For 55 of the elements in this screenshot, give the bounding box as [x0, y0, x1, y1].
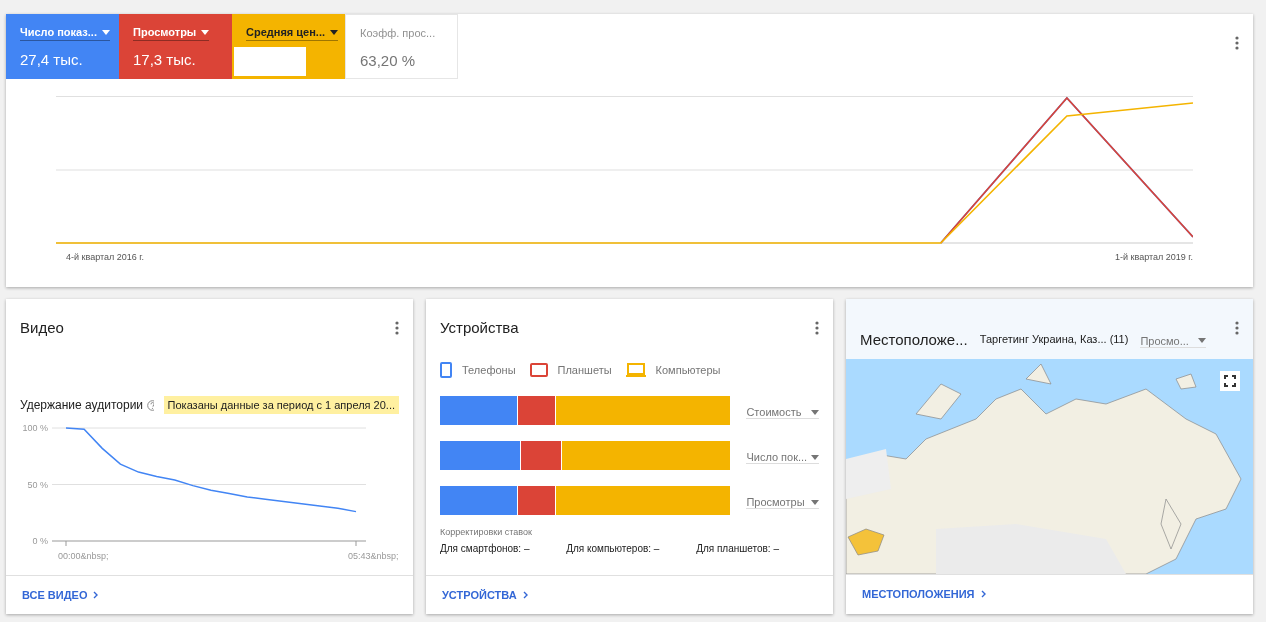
tick-label: 100 %: [22, 423, 48, 433]
targeting-summary: Таргетинг Украина, Каз... (11): [979, 333, 1129, 345]
more-icon[interactable]: [1235, 36, 1239, 50]
chevron-icon: [522, 591, 528, 599]
metric-value: 63,20 %: [360, 52, 417, 69]
locations-link[interactable]: МЕСТОПОЛОЖЕНИЯ: [862, 588, 986, 600]
caret-icon: [811, 409, 819, 415]
notice-banner: Показаны данные за период с 1 апреля 20...: [163, 396, 399, 414]
metric-tile[interactable]: Число показ... 27,4 тыс.: [6, 14, 119, 79]
more-icon[interactable]: [815, 321, 819, 335]
card-title: Местоположе...: [860, 330, 968, 348]
tick-label: 00:00&nbsp;: [58, 551, 109, 561]
metric-dropdown[interactable]: Стоимость: [746, 402, 819, 419]
metric-dropdown[interactable]: Просмо...: [1140, 330, 1207, 348]
tick-label: 05:43&nbsp;: [348, 551, 399, 561]
axis-label: 4-й квартал 2016 г.: [66, 252, 144, 262]
legend-label: Телефоны: [462, 364, 516, 376]
metric-selector[interactable]: Средняя цен...: [246, 26, 338, 41]
card-title: Устройства: [440, 319, 519, 336]
tick-label: 50 %: [27, 479, 48, 490]
legend-label: Компьютеры: [655, 364, 721, 376]
metric-value: 27,4 тыс.: [20, 51, 84, 68]
chevron-icon: [93, 591, 99, 599]
value-mask: [234, 47, 306, 76]
section-title: Корректировки ставок: [440, 527, 533, 537]
caret-icon: [811, 454, 819, 460]
section-title: Удержание аудитории: [20, 398, 144, 412]
more-icon[interactable]: [395, 321, 399, 335]
caret-icon: [1198, 338, 1207, 343]
legend-label: Планшеты: [557, 364, 612, 376]
metric-value: 17,3 тыс.: [133, 51, 197, 68]
chevron-icon: [980, 590, 986, 598]
tick-label: 0 %: [32, 536, 48, 546]
metric-dropdown[interactable]: Просмотры: [746, 492, 819, 509]
metric-tile[interactable]: Коэфф. прос... 63,20 %: [345, 14, 458, 79]
all-videos-link[interactable]: ВСЕ ВИДЕО: [22, 589, 99, 601]
metric-selector[interactable]: Коэфф. прос...: [360, 27, 436, 42]
caret-icon: [330, 29, 338, 35]
caret-icon: [102, 29, 110, 35]
bid-adjustment: Для планшетов: –: [696, 543, 779, 554]
devices-link[interactable]: УСТРОЙСТВА: [442, 589, 528, 601]
caret-icon: [811, 499, 819, 505]
help-icon[interactable]: [147, 399, 154, 411]
axis-label: 1-й квартал 2019 г.: [1115, 252, 1193, 262]
metric-tile[interactable]: Средняя цен...: [232, 14, 345, 79]
metric-selector[interactable]: Число показ...: [20, 26, 110, 41]
bid-adjustment: Для смартфонов: –: [440, 543, 530, 554]
card-title: Видео: [20, 319, 64, 336]
caret-icon: [201, 29, 210, 35]
bid-adjustment: Для компьютеров: –: [566, 543, 660, 554]
more-icon[interactable]: [1235, 321, 1239, 335]
metric-dropdown[interactable]: Число пок...: [746, 447, 819, 464]
metric-tile[interactable]: Просмотры 17,3 тыс.: [119, 14, 232, 79]
metric-selector[interactable]: Просмотры: [133, 26, 210, 41]
fullscreen-icon[interactable]: [1220, 371, 1240, 391]
